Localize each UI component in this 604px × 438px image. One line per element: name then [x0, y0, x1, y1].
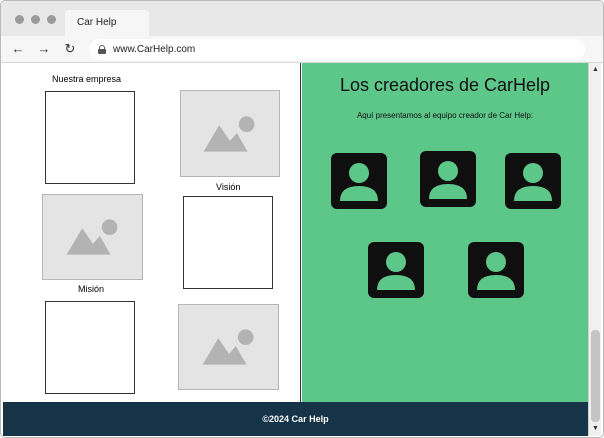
scroll-up-arrow-icon[interactable]: ▲ — [589, 64, 602, 75]
page-content: Nuestra empresa Visión Misión Los creado… — [3, 63, 588, 402]
mision-label: Misión — [78, 284, 105, 294]
image-placeholder — [178, 304, 279, 390]
person-avatar-icon — [505, 153, 561, 209]
window-minimize-dot[interactable] — [31, 15, 40, 24]
browser-tab[interactable]: Car Help — [65, 10, 149, 36]
address-bar[interactable]: www.CarHelp.com — [89, 39, 585, 60]
creators-subtitle: Aquí presentamos al equipo creador de Ca… — [356, 111, 534, 120]
vision-label: Visión — [216, 182, 241, 192]
window-maximize-dot[interactable] — [47, 15, 56, 24]
person-avatar-icon — [368, 242, 424, 298]
empty-frame — [45, 91, 135, 184]
scroll-down-arrow-icon[interactable]: ▼ — [589, 423, 602, 434]
empty-frame — [45, 301, 135, 394]
image-placeholder — [42, 194, 143, 280]
person-avatar-icon — [468, 242, 524, 298]
page-footer: ©2024 Car Help — [3, 402, 588, 436]
company-section: Nuestra empresa Visión Misión — [3, 63, 301, 402]
image-placeholder-icon — [66, 219, 118, 255]
creators-title: Los creadores de CarHelp — [339, 75, 551, 95]
image-placeholder — [180, 90, 280, 177]
footer-text: ©2024 Car Help — [262, 414, 329, 424]
scrollbar-thumb[interactable] — [591, 330, 600, 422]
image-placeholder-icon — [203, 116, 255, 152]
browser-window: Car Help ← → ↻ www.CarHelp.com Nuestra e… — [0, 0, 604, 438]
image-placeholder-icon — [202, 329, 254, 365]
creators-section: Los creadores de CarHelp Aquí presentamo… — [302, 63, 588, 402]
person-avatar-icon — [331, 153, 387, 209]
url-text: www.CarHelp.com — [113, 44, 196, 55]
person-avatar-icon — [420, 151, 476, 207]
window-close-dot[interactable] — [15, 15, 24, 24]
title-bar: Car Help — [1, 1, 603, 36]
empty-frame — [183, 196, 273, 289]
tab-title: Car Help — [77, 17, 117, 28]
vertical-scrollbar[interactable]: ▲ ▼ — [588, 63, 601, 436]
reload-icon[interactable]: ↻ — [61, 40, 79, 58]
browser-toolbar: ← → ↻ www.CarHelp.com — [1, 36, 603, 63]
lock-icon — [98, 45, 106, 54]
forward-arrow-icon[interactable]: → — [35, 40, 53, 58]
back-arrow-icon[interactable]: ← — [9, 40, 27, 58]
company-heading: Nuestra empresa — [52, 74, 122, 84]
